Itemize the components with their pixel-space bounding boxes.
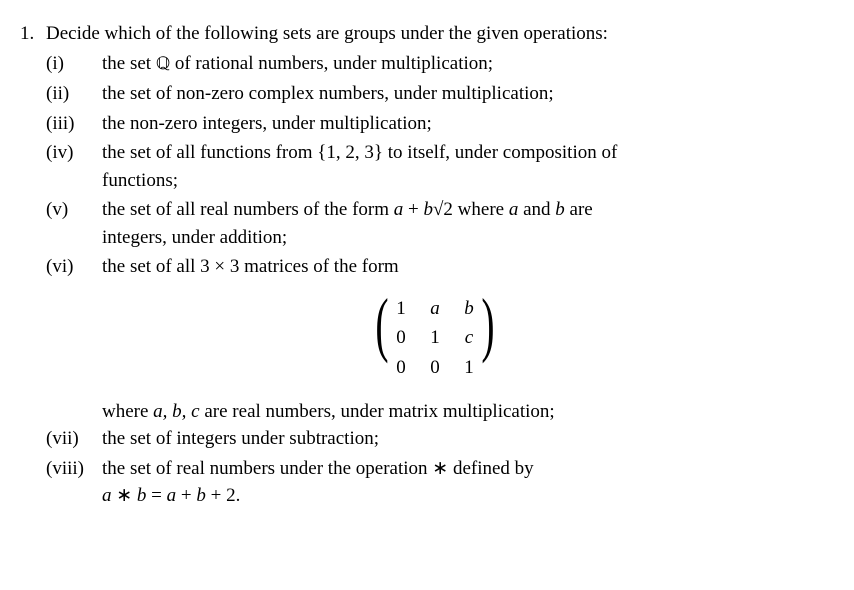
text: + 2. bbox=[206, 485, 240, 506]
var-b: b bbox=[555, 199, 565, 220]
problem-body: Decide which of the following sets are g… bbox=[46, 20, 824, 512]
item-number: (i) bbox=[46, 50, 102, 79]
text: are real numbers, under matrix multiplic… bbox=[200, 401, 555, 422]
text: + bbox=[403, 199, 423, 220]
line: the set of all functions from {1, 2, 3} … bbox=[102, 139, 824, 167]
item-text: the set ℚ of rational numbers, under mul… bbox=[102, 50, 824, 79]
item-number: (ii) bbox=[46, 80, 102, 108]
var-b: b bbox=[137, 485, 147, 506]
line: the set of all 3 × 3 matrices of the for… bbox=[102, 253, 824, 281]
cell: 0 bbox=[394, 354, 408, 382]
problem-1: 1. Decide which of the following sets ar… bbox=[20, 20, 824, 512]
problem-number: 1. bbox=[20, 20, 46, 512]
text: are bbox=[565, 199, 593, 220]
item-iii: (iii) the non-zero integers, under multi… bbox=[46, 110, 824, 138]
text: the set of all real numbers of the form bbox=[102, 199, 394, 220]
op: + bbox=[176, 485, 196, 506]
item-viii: (viii) the set of real numbers under the… bbox=[46, 455, 824, 510]
item-number: (v) bbox=[46, 196, 102, 251]
line: integers, under addition; bbox=[102, 224, 824, 252]
var-a: a bbox=[394, 199, 404, 220]
text: the set bbox=[102, 53, 156, 74]
item-v: (v) the set of all real numbers of the f… bbox=[46, 196, 824, 251]
item-iv: (iv) the set of all functions from {1, 2… bbox=[46, 139, 824, 194]
text: of rational numbers, under multiplicatio… bbox=[170, 53, 493, 74]
op: ∗ bbox=[112, 485, 137, 506]
item-vi-after: where a, b, c are real numbers, under ma… bbox=[102, 398, 824, 426]
cell: 0 bbox=[428, 354, 442, 382]
item-list: (i) the set ℚ of rational numbers, under… bbox=[46, 50, 824, 510]
var-b: b bbox=[196, 485, 206, 506]
var-b: b bbox=[423, 199, 433, 220]
cell: b bbox=[462, 295, 476, 323]
equation: a ∗ b = a + b + 2. bbox=[102, 482, 824, 510]
paren-left-icon: ( bbox=[375, 288, 388, 383]
var-a: a bbox=[509, 199, 519, 220]
item-text: the set of all real numbers of the form … bbox=[102, 196, 824, 251]
item-i: (i) the set ℚ of rational numbers, under… bbox=[46, 50, 824, 79]
sqrt2: √2 bbox=[433, 199, 453, 220]
cell: 1 bbox=[394, 295, 408, 323]
item-number: (viii) bbox=[46, 455, 102, 510]
item-vi: (vi) the set of all 3 × 3 matrices of th… bbox=[46, 253, 824, 281]
item-ii: (ii) the set of non-zero complex numbers… bbox=[46, 80, 824, 108]
item-text: the set of non-zero complex numbers, und… bbox=[102, 80, 824, 108]
cell: 0 bbox=[394, 324, 408, 352]
line: the set of all real numbers of the form … bbox=[102, 196, 824, 224]
item-text: the non-zero integers, under multiplicat… bbox=[102, 110, 824, 138]
item-text: the set of real numbers under the operat… bbox=[102, 455, 824, 510]
vars: a, b, c bbox=[153, 401, 199, 422]
var-a: a bbox=[102, 485, 112, 506]
text: where bbox=[102, 401, 153, 422]
item-number: (iv) bbox=[46, 139, 102, 194]
line: functions; bbox=[102, 167, 824, 195]
text: and bbox=[518, 199, 555, 220]
text: where bbox=[453, 199, 509, 220]
paren-right-icon: ) bbox=[481, 288, 494, 383]
matrix-cells: 1 a b 0 1 c 0 0 1 bbox=[388, 291, 482, 386]
item-text: the set of all functions from {1, 2, 3} … bbox=[102, 139, 824, 194]
item-number: (vii) bbox=[46, 425, 102, 453]
item-number: (iii) bbox=[46, 110, 102, 138]
item-vii: (vii) the set of integers under subtract… bbox=[46, 425, 824, 453]
item-text: the set of integers under subtraction; bbox=[102, 425, 824, 453]
op: = bbox=[146, 485, 166, 506]
problem-intro: Decide which of the following sets are g… bbox=[46, 20, 824, 48]
var-a: a bbox=[167, 485, 177, 506]
cell: 1 bbox=[428, 324, 442, 352]
item-number: (vi) bbox=[46, 253, 102, 281]
cell: 1 bbox=[462, 354, 476, 382]
matrix: ( 1 a b 0 1 c 0 0 1 ) bbox=[46, 291, 824, 386]
line: the set of real numbers under the operat… bbox=[102, 455, 824, 483]
item-text: the set of all 3 × 3 matrices of the for… bbox=[102, 253, 824, 281]
symbol-Q: ℚ bbox=[156, 55, 170, 74]
cell: c bbox=[462, 324, 476, 352]
cell: a bbox=[428, 295, 442, 323]
